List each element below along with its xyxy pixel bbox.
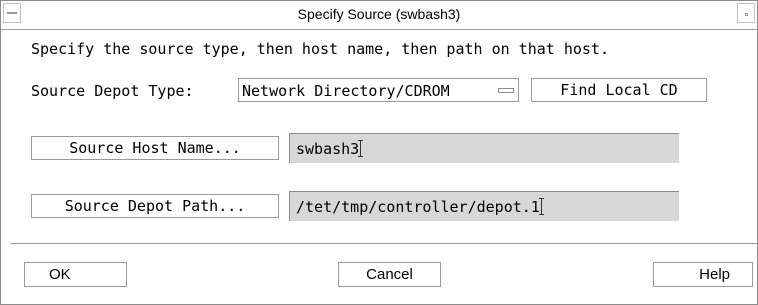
source-depot-path-value: /tet/tmp/controller/depot.1 bbox=[296, 198, 540, 216]
ok-button[interactable]: OK bbox=[24, 262, 127, 287]
title-bar[interactable]: Specify Source (swbash3) bbox=[1, 1, 757, 30]
source-depot-path-field[interactable]: /tet/tmp/controller/depot.1 bbox=[289, 191, 679, 221]
source-depot-type-label: Source Depot Type: bbox=[31, 82, 194, 100]
footer-separator bbox=[11, 243, 757, 244]
source-host-name-value: swbash3 bbox=[296, 140, 360, 158]
source-depot-type-menu[interactable]: Network Directory/CDROM bbox=[238, 78, 519, 102]
i-beam-cursor-icon bbox=[538, 198, 544, 215]
minimize-icon bbox=[745, 13, 748, 16]
option-menu-indicator-icon bbox=[498, 88, 514, 93]
source-depot-type-value: Network Directory/CDROM bbox=[242, 82, 450, 100]
source-depot-path-button[interactable]: Source Depot Path... bbox=[31, 194, 279, 218]
source-host-name-button[interactable]: Source Host Name... bbox=[31, 136, 279, 160]
instructions-text: Specify the source type, then host name,… bbox=[31, 40, 609, 58]
cancel-button[interactable]: Cancel bbox=[338, 262, 441, 287]
help-button[interactable]: Help bbox=[653, 262, 753, 287]
find-local-cd-button[interactable]: Find Local CD bbox=[531, 78, 707, 102]
window-title: Specify Source (swbash3) bbox=[297, 6, 461, 22]
dialog-window: Specify Source (swbash3) Specify the sou… bbox=[0, 0, 758, 305]
minimize-button[interactable] bbox=[737, 3, 755, 23]
source-host-name-field[interactable]: swbash3 bbox=[289, 133, 679, 163]
i-beam-cursor-icon bbox=[358, 140, 364, 157]
